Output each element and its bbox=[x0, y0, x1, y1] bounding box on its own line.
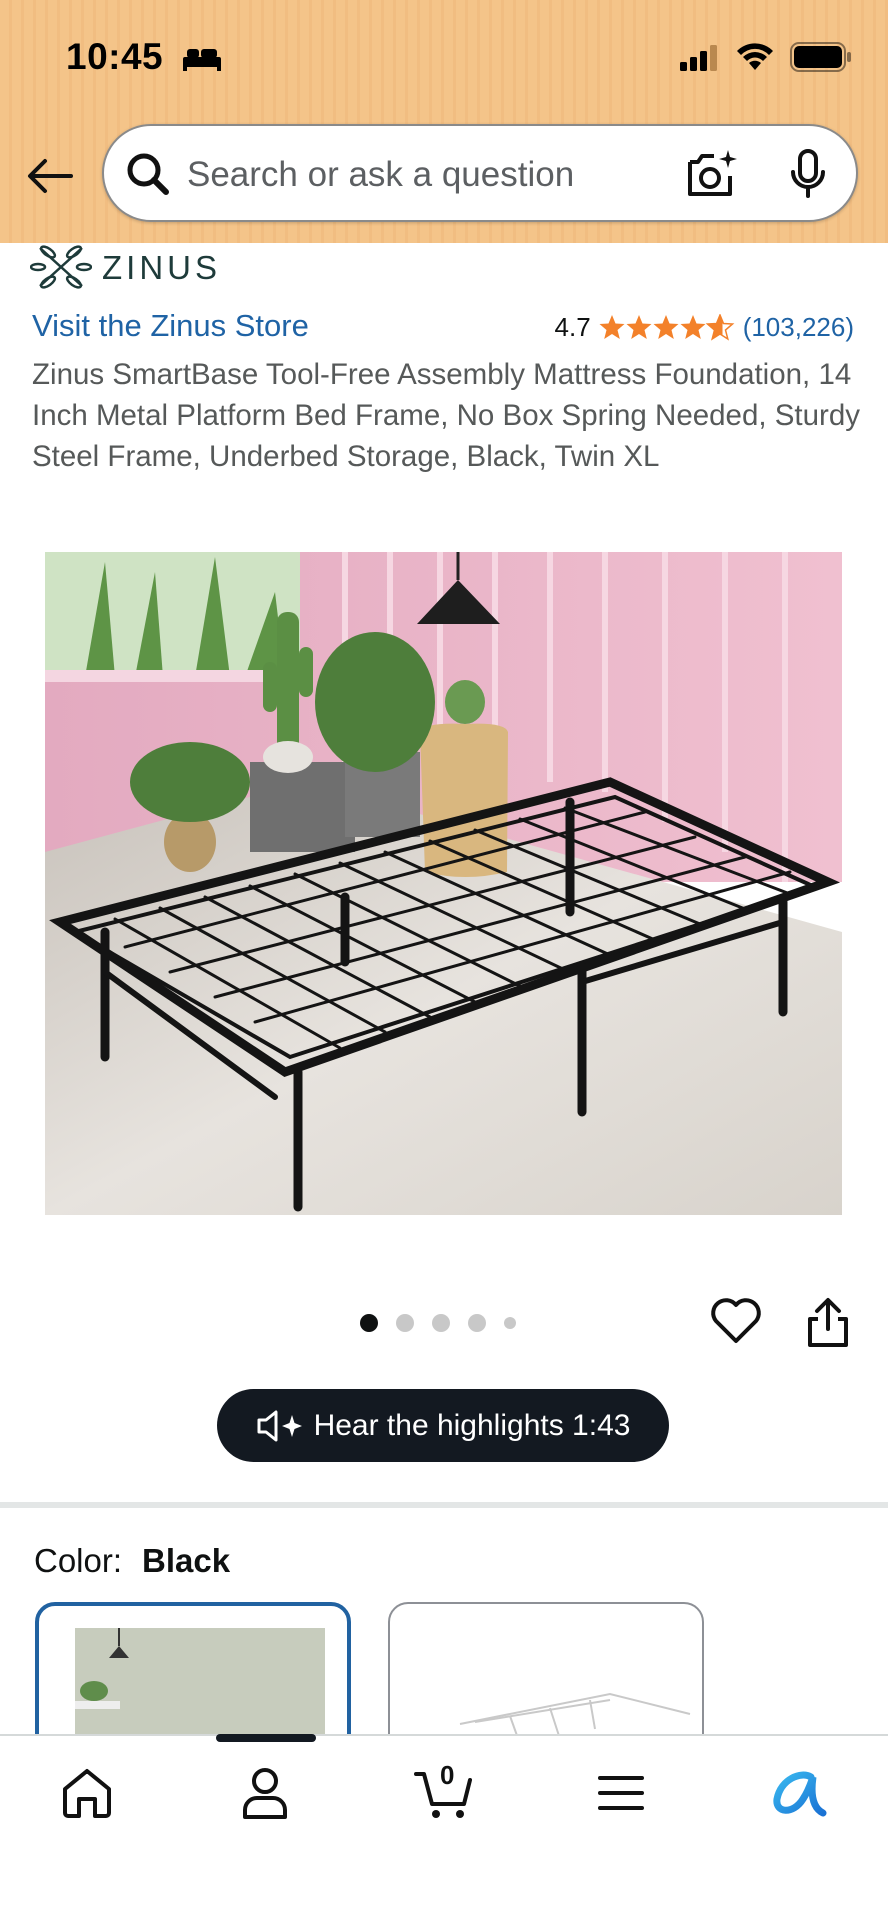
account-icon bbox=[243, 1768, 287, 1819]
status-indicators bbox=[680, 42, 852, 72]
add-to-list-button[interactable] bbox=[710, 1297, 762, 1350]
bottom-navigation: 0 bbox=[0, 1734, 888, 1920]
color-value: Black bbox=[142, 1542, 231, 1579]
rufus-assistant-icon bbox=[773, 1771, 827, 1817]
speaker-sparkle-icon bbox=[257, 1410, 302, 1441]
section-divider bbox=[0, 1502, 888, 1508]
product-title: Zinus SmartBase Tool-Free Assembly Mattr… bbox=[32, 358, 861, 473]
nav-account[interactable] bbox=[230, 1758, 300, 1828]
carousel-dot[interactable] bbox=[468, 1314, 486, 1332]
menu-icon bbox=[598, 1776, 644, 1810]
status-time: 10:45 bbox=[66, 36, 164, 77]
nav-home[interactable] bbox=[52, 1758, 122, 1828]
cellular-signal-icon bbox=[680, 45, 717, 71]
carousel-dot[interactable] bbox=[432, 1314, 450, 1332]
search-bar[interactable] bbox=[102, 124, 858, 222]
visit-store-link[interactable]: Visit the Zinus Store bbox=[32, 308, 309, 344]
battery-icon bbox=[790, 42, 851, 72]
star-rating-icon bbox=[599, 313, 733, 340]
hear-highlights-label: Hear the highlights 1:43 bbox=[313, 1408, 631, 1442]
carousel-dot[interactable] bbox=[396, 1314, 414, 1332]
carousel-dot[interactable] bbox=[360, 1314, 378, 1332]
search-icon bbox=[127, 153, 169, 195]
zinus-leaf-icon bbox=[30, 245, 92, 289]
color-selector-label: Color: Black bbox=[34, 1542, 230, 1580]
product-image[interactable] bbox=[45, 552, 842, 1215]
cart-count-badge: 0 bbox=[440, 1760, 455, 1790]
wifi-icon bbox=[737, 43, 773, 70]
microphone-icon[interactable] bbox=[788, 148, 828, 200]
brand-name: ZINUS bbox=[102, 249, 221, 286]
brand-logo[interactable]: ZINUS bbox=[30, 240, 221, 296]
rating-value: 4.7 bbox=[554, 312, 591, 342]
home-icon bbox=[63, 1769, 111, 1818]
nav-menu[interactable] bbox=[586, 1758, 656, 1828]
nav-rufus-assistant[interactable] bbox=[764, 1758, 834, 1828]
header: 10:45 bbox=[0, 0, 888, 243]
back-arrow-icon bbox=[28, 159, 73, 193]
share-icon bbox=[808, 1298, 848, 1347]
search-input[interactable] bbox=[187, 150, 667, 200]
image-carousel-dots[interactable] bbox=[360, 1314, 516, 1332]
share-button[interactable] bbox=[804, 1297, 852, 1354]
back-button[interactable] bbox=[26, 152, 74, 200]
scroll-indicator bbox=[216, 1734, 316, 1742]
rating-summary[interactable]: 4.7 (103,226) bbox=[555, 312, 854, 343]
color-label: Color: bbox=[34, 1542, 123, 1579]
sleep-focus-icon bbox=[181, 45, 223, 76]
rating-count: (103,226) bbox=[742, 312, 854, 342]
heart-icon bbox=[711, 1298, 761, 1343]
carousel-dot[interactable] bbox=[504, 1317, 516, 1329]
camera-lens-icon[interactable] bbox=[684, 148, 740, 200]
nav-cart[interactable]: 0 bbox=[410, 1758, 480, 1828]
hear-highlights-button[interactable]: Hear the highlights 1:43 bbox=[217, 1389, 669, 1462]
